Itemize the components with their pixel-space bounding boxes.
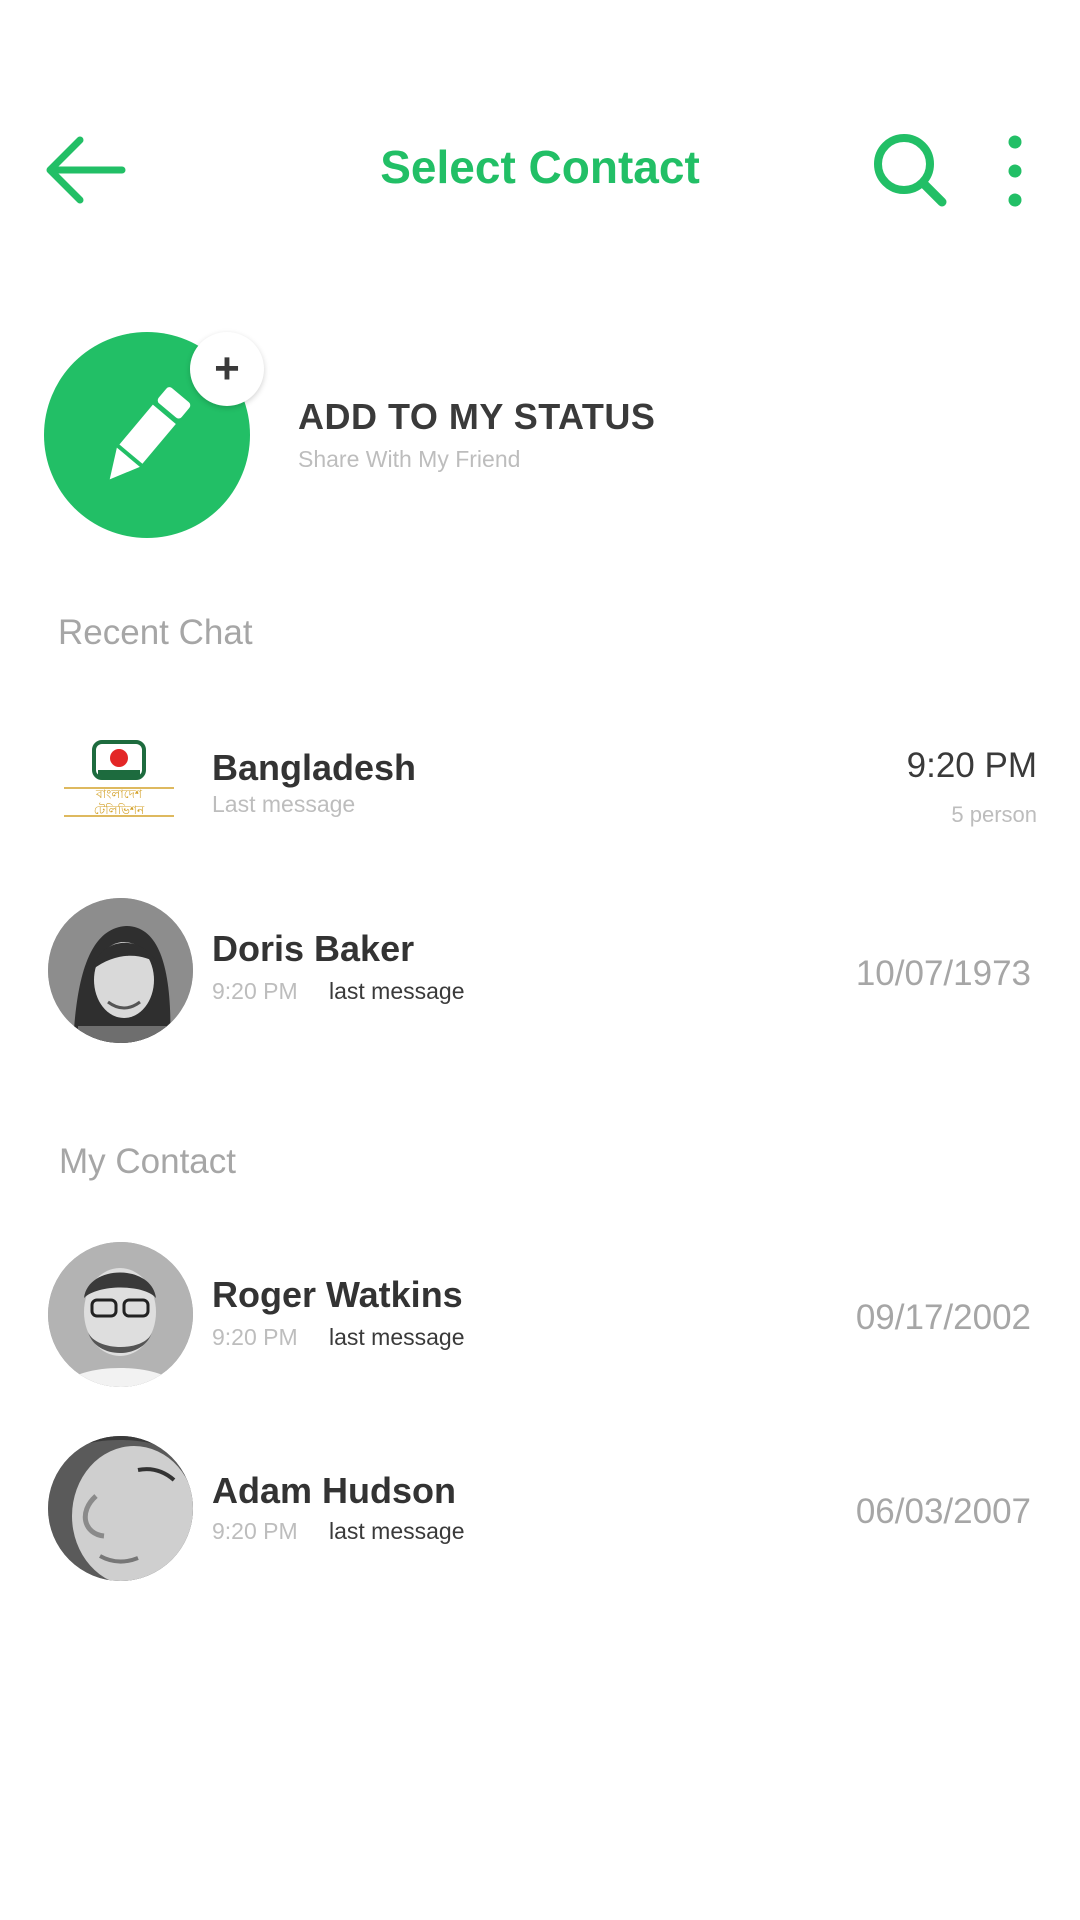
section-header-recent-chat: Recent Chat: [58, 613, 253, 652]
status-title: ADD TO MY STATUS: [298, 396, 656, 437]
chat-row-bangladesh[interactable]: বাংলাদেশ টেলিভিশন Bangladesh Last messag…: [0, 710, 1080, 855]
chat-last-message: Last message: [212, 791, 356, 817]
contact-time: 9:20 PM: [212, 1324, 298, 1350]
avatar: [48, 898, 193, 1043]
chat-date: 10/07/1973: [855, 954, 1031, 993]
chat-last-message: last message: [329, 978, 465, 1004]
add-status-plus-badge[interactable]: +: [190, 332, 264, 406]
avatar: [48, 1436, 193, 1581]
btv-logo-text-2: টেলিভিশন: [94, 803, 145, 817]
contact-name: Roger Watkins: [212, 1274, 463, 1315]
contact-date: 06/03/2007: [855, 1492, 1031, 1531]
contact-time: 9:20 PM: [212, 1518, 298, 1544]
contact-date: 09/17/2002: [855, 1298, 1031, 1337]
more-vertical-icon: [1008, 135, 1022, 207]
chat-member-count: 5 person: [951, 802, 1037, 827]
section-header-my-contact: My Contact: [59, 1142, 236, 1181]
search-icon: [874, 134, 947, 207]
search-button[interactable]: [870, 130, 950, 210]
contact-last-message: last message: [329, 1518, 465, 1544]
chat-name: Doris Baker: [212, 928, 415, 969]
chat-time: 9:20 PM: [906, 746, 1037, 785]
status-subtitle: Share With My Friend: [298, 446, 521, 472]
chat-row-doris-baker[interactable]: Doris Baker 9:20 PM last message 10/07/1…: [0, 898, 1080, 1043]
plus-icon: +: [214, 344, 240, 393]
more-options-button[interactable]: [990, 128, 1040, 214]
contact-name: Adam Hudson: [212, 1470, 457, 1511]
bangladesh-television-logo: বাংলাদেশ টেলিভিশন: [64, 740, 174, 817]
contact-last-message: last message: [329, 1324, 465, 1350]
chat-name: Bangladesh: [212, 747, 417, 788]
avatar: [48, 1242, 193, 1387]
chat-time: 9:20 PM: [212, 978, 298, 1004]
btv-logo-text-1: বাংলাদেশ: [95, 787, 143, 801]
contact-row-roger-watkins[interactable]: Roger Watkins 9:20 PM last message 09/17…: [0, 1242, 1080, 1387]
contact-row-adam-hudson[interactable]: Adam Hudson 9:20 PM last message 06/03/2…: [0, 1436, 1080, 1581]
